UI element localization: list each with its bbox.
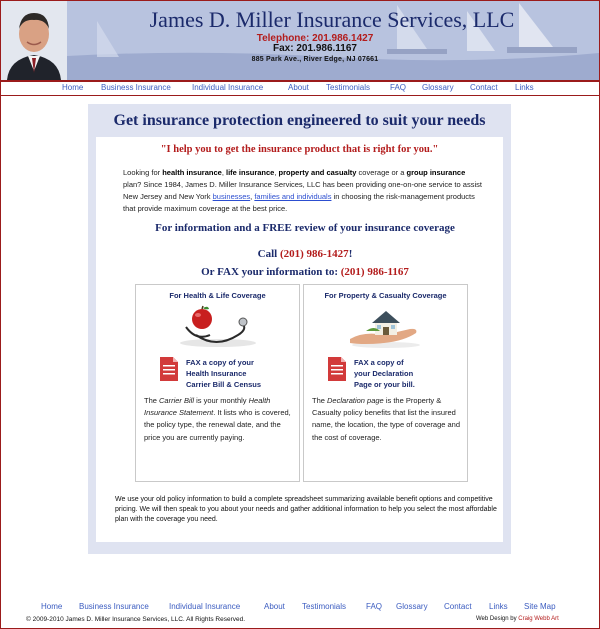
apple-stethoscope-illustration xyxy=(180,305,256,347)
intro-bold-property: property and casualty xyxy=(278,168,357,177)
businesses-link[interactable]: businesses xyxy=(213,192,251,201)
footer-nav: Home Business Insurance Individual Insur… xyxy=(1,602,599,614)
company-name: James D. Miller Insurance Services, LLC xyxy=(149,7,515,32)
desc-text: is your monthly xyxy=(194,396,249,405)
fax-line: Or FAX your information to: (201) 986-11… xyxy=(140,266,470,278)
fax-number: (201) 986-1167 xyxy=(340,266,409,278)
intro-bold-group: group insurance xyxy=(406,168,466,177)
call-suffix: ! xyxy=(348,248,353,260)
intro-bold-health: health insurance xyxy=(162,168,222,177)
nav-contact[interactable]: Contact xyxy=(470,83,498,92)
health-box-title: For Health & Life Coverage xyxy=(169,291,266,300)
footer-nav-links[interactable]: Links xyxy=(489,602,508,611)
health-fax-line-3: Carrier Bill & Census xyxy=(186,380,262,389)
desc-italic: Carrier Bill xyxy=(159,396,195,405)
health-life-box: For Health & Life Coverage FAX a copy of… xyxy=(135,284,300,482)
free-review-heading: For information and a FREE review of you… xyxy=(155,222,455,234)
document-icon xyxy=(328,357,346,381)
property-box-description: The Declaration page is the Property & C… xyxy=(312,395,464,444)
call-number: (201) 986-1427 xyxy=(279,248,349,260)
footer-nav-contact[interactable]: Contact xyxy=(444,602,472,611)
intro-paragraph: Looking for health insurance, life insur… xyxy=(123,167,485,215)
footer-nav-individual-insurance[interactable]: Individual Insurance xyxy=(169,602,240,611)
top-nav: Home Business Insurance Individual Insur… xyxy=(1,80,599,96)
agent-portrait xyxy=(1,1,67,80)
footer-nav-glossary[interactable]: Glossary xyxy=(396,602,428,611)
property-fax-line-1: FAX a copy of xyxy=(354,358,404,367)
intro-text: Looking for xyxy=(123,168,163,177)
credit-label: Web Design by xyxy=(476,616,519,622)
footer-nav-business-insurance[interactable]: Business Insurance xyxy=(79,602,149,611)
page-headline: Get insurance protection engineered to s… xyxy=(113,112,486,129)
nav-about[interactable]: About xyxy=(288,83,309,92)
intro-bold-life: life insurance xyxy=(225,168,275,177)
intro-text: coverage or a xyxy=(356,168,407,177)
health-fax-line-2: Health Insurance xyxy=(186,369,247,378)
health-fax-line-1: FAX a copy of your xyxy=(186,358,254,367)
nav-individual-insurance[interactable]: Individual Insurance xyxy=(192,83,263,92)
desc-italic: Declaration page xyxy=(327,396,384,405)
credit-link[interactable]: Craig Webb Art xyxy=(518,616,559,622)
nav-testimonials[interactable]: Testimonials xyxy=(326,83,370,92)
footer-nav-about[interactable]: About xyxy=(264,602,285,611)
copyright: © 2009-2010 James D. Miller Insurance Se… xyxy=(26,616,246,623)
property-casualty-box: For Property & Casualty Coverage FAX a c… xyxy=(303,284,468,482)
desc-text: The xyxy=(312,396,328,405)
nav-faq[interactable]: FAQ xyxy=(390,83,406,92)
design-credit: Web Design by Craig Webb Art xyxy=(476,616,559,622)
footer-nav-site-map[interactable]: Site Map xyxy=(524,602,556,611)
health-box-description: The Carrier Bill is your monthly Health … xyxy=(144,395,296,444)
families-individuals-link[interactable]: families and individuals xyxy=(254,192,331,201)
header-fax: Fax: 201.986.1167 xyxy=(273,43,357,54)
nav-links[interactable]: Links xyxy=(515,83,534,92)
property-box-title: For Property & Casualty Coverage xyxy=(324,291,447,300)
property-fax-line-3: Page or your bill. xyxy=(354,380,415,389)
footer-nav-faq[interactable]: FAQ xyxy=(366,602,382,611)
footer-nav-testimonials[interactable]: Testimonials xyxy=(302,602,346,611)
house-in-hand-illustration xyxy=(350,311,420,348)
call-label: Call xyxy=(257,248,280,260)
agent-quote: "I help you to get the insurance product… xyxy=(160,144,439,155)
footer-nav-home[interactable]: Home xyxy=(41,602,62,611)
nav-divider xyxy=(1,95,599,96)
nav-home[interactable]: Home xyxy=(62,83,83,92)
nav-glossary[interactable]: Glossary xyxy=(422,83,454,92)
property-fax-line-2: your Declaration xyxy=(354,369,414,378)
header-address: 885 Park Ave., River Edge, NJ 07661 xyxy=(251,56,379,63)
summary-paragraph: We use your old policy information to bu… xyxy=(115,496,497,523)
desc-text: The xyxy=(144,396,160,405)
document-icon xyxy=(160,357,178,381)
call-line: Call (201) 986-1427! xyxy=(140,248,470,260)
fax-label: Or FAX your information to: xyxy=(201,266,341,278)
nav-business-insurance[interactable]: Business Insurance xyxy=(101,83,171,92)
